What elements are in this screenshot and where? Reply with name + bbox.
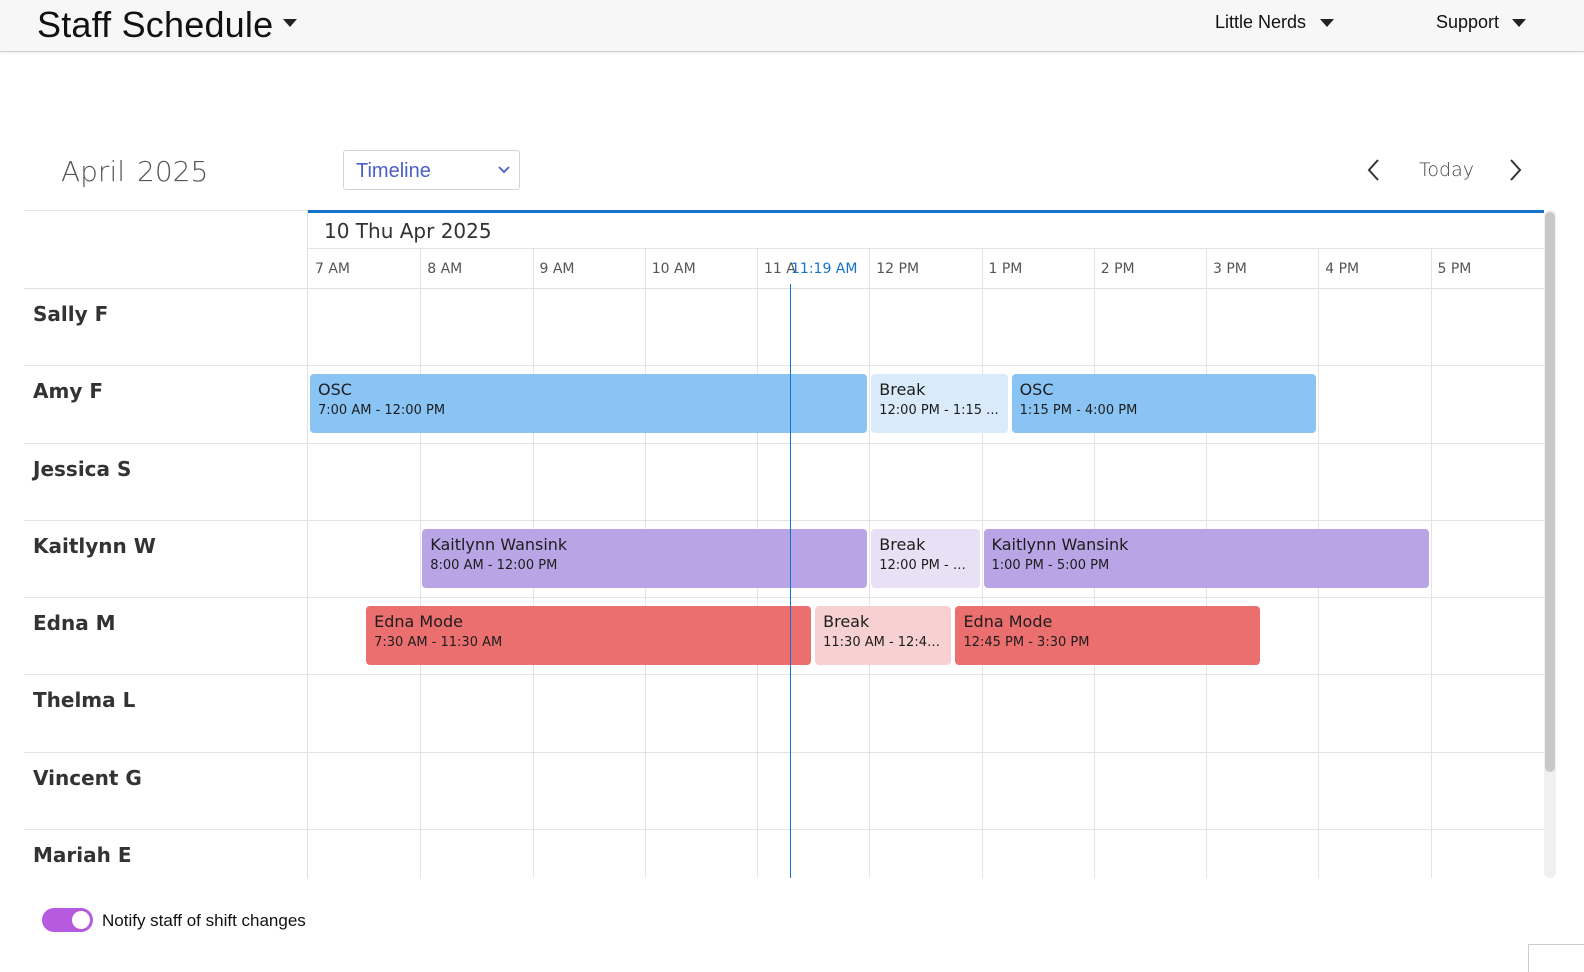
- toggle-knob: [72, 911, 90, 929]
- row-divider: [24, 828, 1544, 830]
- scrollbar-thumb[interactable]: [1545, 212, 1555, 772]
- date-header-accent: [308, 210, 1544, 213]
- notify-toggle[interactable]: [42, 908, 93, 932]
- event-time: 1:00 PM - 5:00 PM: [991, 557, 1110, 573]
- time-header-divider: [24, 288, 1544, 289]
- event-title: OSC: [318, 380, 352, 400]
- event-time: 8:00 AM - 12:00 PM: [430, 557, 558, 573]
- time-slot-label: 12 PM: [876, 261, 920, 277]
- prev-button[interactable]: [1362, 156, 1386, 184]
- row-divider: [24, 674, 1544, 676]
- row-divider: [24, 519, 1544, 521]
- shift-event[interactable]: Break 12:00 PM - 1:...: [871, 528, 980, 588]
- event-time: 12:45 PM - 3:30 PM: [963, 635, 1090, 650]
- hour-gridline: [420, 248, 422, 878]
- time-slot-label: 5 PM: [1437, 261, 1472, 277]
- shift-event[interactable]: Break 12:00 PM - 1:15 ...: [871, 374, 1008, 434]
- next-button[interactable]: [1503, 156, 1527, 184]
- time-slot-label: 8 AM: [427, 261, 463, 277]
- view-select-value: Timeline: [356, 160, 431, 182]
- resource-column-divider: [307, 210, 308, 878]
- row-divider: [24, 365, 1544, 367]
- hour-gridline: [869, 248, 871, 878]
- top-navbar: Staff Schedule Little Nerds Support: [0, 0, 1584, 52]
- corner-widget: [1528, 944, 1584, 972]
- time-slot-label: 2 PM: [1100, 261, 1135, 277]
- title-caret-icon[interactable]: [283, 19, 297, 27]
- shift-event[interactable]: Kaitlynn Wansink 8:00 AM - 12:00 PM: [422, 528, 868, 588]
- time-slot-label: 7 AM: [315, 261, 351, 277]
- resource-name: Amy F: [33, 379, 103, 404]
- org-menu[interactable]: Little Nerds: [1215, 12, 1306, 33]
- shift-event[interactable]: Edna Mode 12:45 PM - 3:30 PM: [955, 606, 1261, 665]
- support-menu[interactable]: Support: [1436, 12, 1499, 33]
- today-button[interactable]: Today: [1419, 159, 1474, 181]
- chevron-left-icon: [1367, 159, 1379, 181]
- event-time: 12:00 PM - 1:...: [879, 557, 972, 573]
- event-time: 12:00 PM - 1:15 ...: [879, 403, 999, 419]
- time-slot-label: 4 PM: [1325, 261, 1360, 277]
- row-divider: [24, 751, 1544, 753]
- event-title: Edna Mode: [963, 612, 1053, 631]
- month-label: April: [61, 155, 125, 188]
- hour-gridline: [981, 248, 983, 878]
- org-menu-caret-icon[interactable]: [1320, 19, 1334, 27]
- event-title: Break: [823, 612, 870, 631]
- shift-event[interactable]: Edna Mode 7:30 AM - 11:30 AM: [366, 606, 812, 665]
- row-divider: [24, 597, 1544, 598]
- event-title: Edna Mode: [374, 612, 464, 631]
- event-title: Break: [879, 534, 926, 554]
- event-title: OSC: [1019, 380, 1054, 400]
- event-time: 1:15 PM - 4:00 PM: [1019, 403, 1138, 419]
- time-slot-label: 3 PM: [1213, 261, 1247, 277]
- date-header-divider: [308, 248, 1544, 249]
- event-time: 7:30 AM - 11:30 AM: [374, 635, 503, 650]
- event-time: 11:30 AM - 12:45...: [823, 635, 944, 650]
- time-slot-label: 10 AM: [651, 261, 696, 277]
- year-label: 2025: [137, 155, 209, 188]
- app-title[interactable]: Staff Schedule: [37, 4, 273, 46]
- time-slot-label: 1 PM: [988, 261, 1023, 277]
- time-slot-label: 9 AM: [539, 261, 575, 277]
- support-menu-caret-icon[interactable]: [1512, 19, 1526, 27]
- month-year-label[interactable]: April 2025: [61, 155, 208, 188]
- current-time-label: 11:19 AM: [791, 261, 858, 277]
- date-header-label[interactable]: 10 Thu Apr 2025: [324, 219, 492, 243]
- chevron-down-icon: [497, 160, 511, 185]
- resource-name: Thelma L: [33, 688, 136, 713]
- current-time-indicator: [790, 284, 791, 878]
- shift-event[interactable]: OSC 1:15 PM - 4:00 PM: [1011, 374, 1317, 434]
- shift-event[interactable]: Kaitlynn Wansink 1:00 PM - 5:00 PM: [983, 528, 1429, 588]
- event-title: Kaitlynn Wansink: [991, 534, 1129, 554]
- shift-event[interactable]: Break 11:30 AM - 12:45...: [815, 606, 952, 665]
- resource-name: Jessica S: [33, 456, 132, 481]
- resource-name: Sally F: [33, 302, 109, 326]
- timeline-grid: 10 Thu Apr 2025 7 AM 8 AM 9 AM 10 AM 11 A 12 …: [24, 210, 1544, 878]
- shift-event[interactable]: OSC 7:00 AM - 12:00 PM: [310, 374, 868, 434]
- resource-name: Vincent G: [33, 765, 142, 790]
- resource-name: Edna M: [33, 611, 116, 635]
- resource-name: Mariah E: [33, 842, 132, 867]
- hour-gridline: [1430, 248, 1432, 878]
- resource-name: Kaitlynn W: [33, 533, 156, 558]
- event-title: Kaitlynn Wansink: [430, 534, 568, 554]
- row-divider: [24, 442, 1544, 444]
- event-time: 7:00 AM - 12:00 PM: [318, 403, 446, 419]
- view-select[interactable]: Timeline: [343, 150, 520, 190]
- chevron-right-icon: [1510, 159, 1522, 181]
- notify-toggle-label: Notify staff of shift changes: [102, 911, 306, 930]
- event-title: Break: [879, 380, 926, 400]
